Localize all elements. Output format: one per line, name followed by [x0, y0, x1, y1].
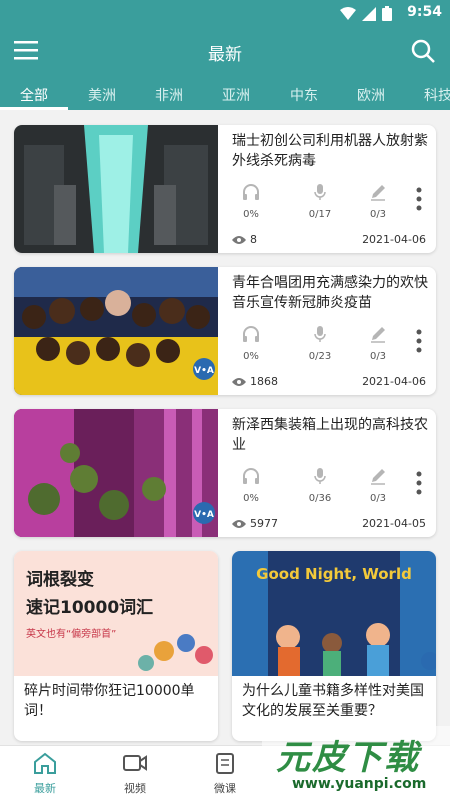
voice-stat: 0/17	[300, 183, 340, 220]
watermark: 元皮下载 www.yuanpi.com	[262, 726, 450, 800]
nav-microcourse[interactable]: 微课	[195, 752, 255, 796]
nav-latest-label: 最新	[34, 782, 56, 795]
write-stat: 0/3	[358, 325, 398, 362]
page-title: 最新	[208, 45, 242, 65]
voice-progress: 0/17	[308, 209, 332, 220]
article-card[interactable]: 瑞士初创公司利用机器人放射紫外线杀死病毒 0% 0/17 0/3 8 2021-…	[14, 125, 436, 253]
battery-icon	[382, 6, 392, 21]
voa-badge: V•A	[194, 366, 214, 376]
headphones-icon	[243, 468, 259, 484]
video-icon	[123, 755, 147, 771]
view-count: 1868	[232, 375, 278, 388]
article-title: 新泽西集装箱上出现的高科技农业	[232, 417, 428, 453]
nav-video[interactable]: 视频	[105, 752, 165, 796]
eye-icon	[232, 235, 246, 244]
write-progress: 0/3	[369, 351, 387, 362]
article-card[interactable]: Good Night, World 为什么儿童书籍多样性对美国文化的发展至关重要…	[232, 551, 436, 741]
article-title: 青年合唱团用充满感染力的欢快音乐宣传新冠肺炎疫苗	[232, 275, 428, 311]
view-count-value: 8	[250, 233, 257, 246]
nav-microcourse-label: 微课	[214, 782, 236, 795]
view-count: 8	[232, 233, 257, 246]
microphone-icon	[314, 184, 326, 200]
pencil-icon	[371, 185, 385, 201]
voice-stat: 0/36	[300, 467, 340, 504]
watermark-url: www.yuanpi.com	[292, 776, 427, 792]
home-icon	[34, 752, 56, 774]
voice-stat: 0/23	[300, 325, 340, 362]
microphone-icon	[314, 468, 326, 484]
tab-technology[interactable]: 科技	[424, 85, 450, 105]
listen-stat: 0%	[231, 183, 271, 220]
article-title: 瑞士初创公司利用机器人放射紫外线杀死病毒	[232, 133, 428, 169]
tab-middle-east[interactable]: 中东	[290, 85, 318, 105]
more-options-icon[interactable]	[416, 471, 422, 495]
article-date: 2021-04-05	[362, 517, 426, 530]
voice-progress: 0/36	[308, 493, 332, 504]
eye-icon	[232, 377, 246, 386]
search-icon[interactable]	[410, 38, 436, 64]
article-card[interactable]: V•A 新泽西集装箱上出现的高科技农业 0% 0/36 0/3 5977 202…	[14, 409, 436, 537]
pencil-icon	[371, 327, 385, 343]
voice-progress: 0/23	[308, 351, 332, 362]
article-card[interactable]: V•A 青年合唱团用充满感染力的欢快音乐宣传新冠肺炎疫苗 0% 0/23 0/3…	[14, 267, 436, 395]
more-options-icon[interactable]	[416, 187, 422, 211]
pencil-icon	[371, 469, 385, 485]
article-thumbnail	[14, 125, 218, 253]
course-card[interactable]: 词根裂变 速记10000词汇 英文也有“偏旁部首” 碎片时间带你狂记10000单…	[14, 551, 218, 741]
category-tabs: 全部 美洲 非洲 亚洲 中东 欧洲 科技	[0, 76, 450, 110]
tab-europe[interactable]: 欧洲	[357, 85, 385, 105]
listen-progress: 0%	[243, 209, 259, 220]
article-thumbnail: V•A	[14, 409, 218, 537]
tab-indicator	[0, 107, 68, 110]
write-progress: 0/3	[369, 493, 387, 504]
banner-line-3: 英文也有“偏旁部首”	[26, 627, 116, 640]
listen-stat: 0%	[231, 325, 271, 362]
book-title: Good Night, World	[256, 565, 412, 583]
tab-americas[interactable]: 美洲	[88, 85, 116, 105]
article-date: 2021-04-06	[362, 375, 426, 388]
banner-line-2: 速记10000词汇	[26, 597, 153, 618]
headphones-icon	[243, 326, 259, 342]
signal-icon	[362, 6, 376, 21]
status-icons	[340, 6, 392, 21]
wifi-icon	[340, 6, 356, 20]
write-stat: 0/3	[358, 183, 398, 220]
app-header: 最新	[0, 26, 450, 76]
tab-asia[interactable]: 亚洲	[222, 85, 250, 105]
view-count: 5977	[232, 517, 278, 530]
view-count-value: 1868	[250, 375, 278, 388]
listen-stat: 0%	[231, 467, 271, 504]
eye-icon	[232, 519, 246, 528]
listen-progress: 0%	[243, 493, 259, 504]
tab-africa[interactable]: 非洲	[155, 85, 183, 105]
article-thumbnail: V•A	[14, 267, 218, 395]
view-count-value: 5977	[250, 517, 278, 530]
article-date: 2021-04-06	[362, 233, 426, 246]
nav-latest[interactable]: 最新	[15, 752, 75, 796]
write-progress: 0/3	[369, 209, 387, 220]
microphone-icon	[314, 326, 326, 342]
status-bar: 9:54	[0, 0, 450, 26]
article-title: 为什么儿童书籍多样性对美国文化的发展至关重要？	[242, 683, 424, 719]
course-title: 碎片时间带你狂记10000单词！	[24, 683, 195, 719]
status-time: 9:54	[407, 4, 442, 20]
write-stat: 0/3	[358, 467, 398, 504]
course-banner: 词根裂变 速记10000词汇 英文也有“偏旁部首”	[14, 551, 218, 676]
watermark-logo: 元皮下载	[276, 738, 420, 778]
article-thumbnail: Good Night, World	[232, 551, 436, 676]
headphones-icon	[243, 184, 259, 200]
listen-progress: 0%	[243, 351, 259, 362]
book-icon	[216, 753, 234, 774]
voa-badge: V•A	[194, 510, 214, 520]
nav-video-label: 视频	[124, 782, 146, 795]
tab-all[interactable]: 全部	[20, 85, 48, 105]
banner-line-1: 词根裂变	[26, 569, 94, 590]
more-options-icon[interactable]	[416, 329, 422, 353]
